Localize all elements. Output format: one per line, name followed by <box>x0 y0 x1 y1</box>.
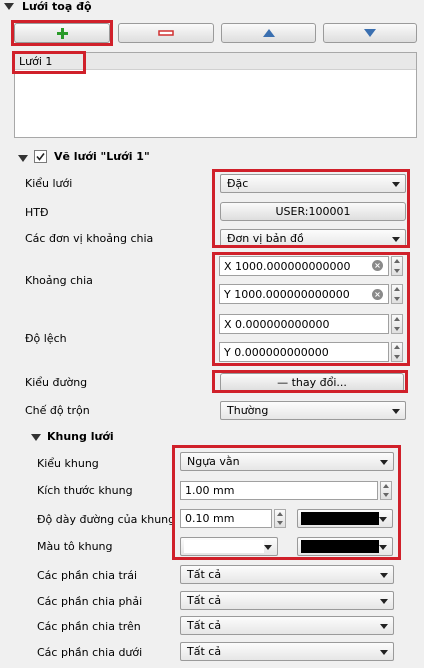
left-divisions-value: Tất cả <box>187 568 222 581</box>
up-arrow-icon <box>262 29 275 37</box>
highlight-add-button <box>11 20 113 46</box>
draw-grid-checkbox[interactable] <box>34 150 47 163</box>
blend-select[interactable]: Thường <box>220 401 406 420</box>
chevron-down-icon <box>380 598 388 604</box>
draw-grid-title: Vẽ lưới "Lưới 1" <box>54 150 150 163</box>
top-divisions-label: Các phần chia trên <box>37 620 141 633</box>
frame-section-title: Khung lưới <box>47 430 114 443</box>
bottom-divisions-value: Tất cả <box>187 645 222 658</box>
frame-style-label: Kiểu khung <box>37 457 99 470</box>
down-arrow-icon <box>364 29 376 37</box>
top-divisions-select[interactable]: Tất cả <box>180 616 394 635</box>
remove-grid-button[interactable] <box>118 23 214 43</box>
highlight-frame-options <box>172 445 401 560</box>
blend-value: Thường <box>227 404 269 417</box>
grid-section-title: Lưới toạ độ <box>22 0 92 13</box>
line-style-label: Kiểu đường <box>25 376 88 389</box>
collapse-arrow-icon[interactable] <box>31 434 41 441</box>
frame-fill-label: Màu tô khung <box>37 540 113 553</box>
blend-label: Chế độ trộn <box>25 404 90 417</box>
right-divisions-value: Tất cả <box>187 594 222 607</box>
move-down-button[interactable] <box>323 23 417 43</box>
minus-icon <box>158 30 174 36</box>
frame-size-label: Kích thước khung <box>37 484 133 497</box>
units-label: Các đơn vị khoảng chia <box>25 232 154 245</box>
highlight-interval-offset <box>212 252 410 366</box>
checkbox-icon <box>36 153 45 161</box>
move-up-button[interactable] <box>221 23 316 43</box>
collapse-arrow-icon[interactable] <box>4 3 14 10</box>
left-divisions-select[interactable]: Tất cả <box>180 565 394 584</box>
left-divisions-label: Các phần chia trái <box>37 569 138 582</box>
chevron-down-icon <box>380 623 388 629</box>
frame-line-label: Độ dày đường của khung <box>37 513 176 526</box>
crs-label: HTĐ <box>25 206 49 219</box>
top-divisions-value: Tất cả <box>187 619 222 632</box>
bottom-divisions-label: Các phần chia dưới <box>37 646 143 659</box>
right-divisions-label: Các phần chia phải <box>37 595 143 608</box>
collapse-arrow-icon[interactable] <box>18 155 28 162</box>
right-divisions-select[interactable]: Tất cả <box>180 591 394 610</box>
chevron-down-icon <box>380 649 388 655</box>
highlight-line-style <box>212 370 408 393</box>
chevron-down-icon <box>392 408 400 414</box>
bottom-divisions-select[interactable]: Tất cả <box>180 642 394 661</box>
grid-type-label: Kiểu lưới <box>25 177 73 190</box>
highlight-type-crs-units <box>212 169 410 248</box>
chevron-down-icon <box>380 572 388 578</box>
interval-label: Khoảng chia <box>25 274 93 287</box>
highlight-list-item <box>12 51 86 74</box>
offset-label: Độ lệch <box>25 332 67 345</box>
